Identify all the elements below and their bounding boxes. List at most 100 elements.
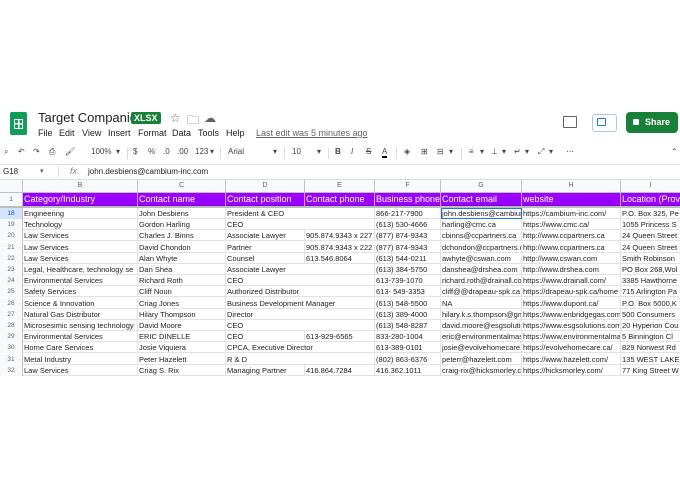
font-size-select[interactable]: 10 xyxy=(292,147,301,156)
table-cell[interactable]: (877) 874-9343 xyxy=(375,230,441,242)
table-cell[interactable]: 613.546.8064 xyxy=(305,252,375,264)
table-cell[interactable]: Legal, Healthcare, technology se xyxy=(23,264,138,275)
table-cell[interactable]: cbinns@ccpartners.ca xyxy=(441,230,522,242)
column-header-i[interactable]: I xyxy=(621,180,680,192)
table-cell[interactable]: NA xyxy=(441,297,522,309)
table-cell[interactable]: CEO xyxy=(226,331,305,343)
table-cell[interactable]: dchondon@ccpartners.ca xyxy=(441,241,522,253)
table-cell[interactable]: Partner xyxy=(226,241,305,253)
column-header-b[interactable]: B xyxy=(23,180,138,192)
column-header-c[interactable]: C xyxy=(138,180,226,192)
header-cell[interactable]: Contact email xyxy=(441,193,522,206)
table-cell[interactable]: 613-389-0101 xyxy=(375,342,441,354)
table-cell[interactable]: https://www.enbridgegas.com xyxy=(522,308,621,320)
table-cell[interactable]: Charles J. Binns xyxy=(138,230,226,242)
table-cell[interactable]: 1055 Princess S xyxy=(621,219,680,230)
row-number[interactable]: 22 xyxy=(0,252,23,264)
text-wrapping-icon[interactable]: ↵ xyxy=(514,147,521,156)
table-cell[interactable]: (613) 544-0211 xyxy=(375,252,441,264)
menu-format[interactable]: Format xyxy=(138,128,167,138)
header-cell[interactable]: Contact name xyxy=(138,193,226,206)
currency-format-button[interactable]: $ xyxy=(133,147,137,156)
row-number[interactable]: 27 xyxy=(0,308,23,320)
menu-data[interactable]: Data xyxy=(172,128,191,138)
column-header-d[interactable]: D xyxy=(226,180,305,192)
table-cell[interactable]: josie@evolvehomecare.ca xyxy=(441,342,522,354)
menu-edit[interactable]: Edit xyxy=(59,128,75,138)
table-cell[interactable]: Law Services xyxy=(23,230,138,242)
table-cell[interactable]: 416.362.1011 xyxy=(375,364,441,376)
table-cell[interactable] xyxy=(305,353,375,365)
table-cell[interactable]: Director xyxy=(226,309,305,320)
table-cell[interactable]: https://hicksmorley.com/ xyxy=(522,364,621,376)
table-cell[interactable]: http://www.ccpartners.ca xyxy=(522,241,621,253)
table-cell[interactable]: Metal Industry xyxy=(23,353,138,365)
percent-format-button[interactable]: % xyxy=(148,147,155,156)
vertical-align-icon[interactable]: ⊥ xyxy=(491,147,498,156)
table-cell[interactable] xyxy=(305,208,375,219)
table-cell[interactable] xyxy=(305,320,375,331)
table-cell[interactable]: (613) 530-4666 xyxy=(375,219,441,231)
decrease-decimal-button[interactable]: .0 xyxy=(163,147,170,156)
menu-help[interactable]: Help xyxy=(226,128,245,138)
table-cell[interactable]: cliff@@drapeau-spk.ca xyxy=(441,286,522,298)
header-cell[interactable]: Business phone xyxy=(375,193,441,206)
row-number[interactable]: 29 xyxy=(0,331,23,343)
table-cell[interactable]: david.moore@esgsolutions.com xyxy=(441,320,522,331)
row-number[interactable]: 1 xyxy=(0,193,23,206)
chevron-down-icon[interactable]: ▾ xyxy=(40,167,44,175)
menu-insert[interactable]: Insert xyxy=(108,128,131,138)
share-button[interactable]: Share xyxy=(626,112,678,133)
row-number[interactable]: 28 xyxy=(0,320,23,331)
table-cell[interactable]: 613- 549-3353 xyxy=(375,286,441,298)
paint-format-icon[interactable]: 🖌 xyxy=(65,147,75,156)
table-cell[interactable]: craig-rix@hicksmorley.com xyxy=(441,364,522,376)
table-cell[interactable]: https://www.hazelett.com/ xyxy=(522,353,621,365)
row-number[interactable]: 23 xyxy=(0,264,23,275)
table-cell[interactable]: Counsel xyxy=(226,252,305,264)
row-number[interactable]: 26 xyxy=(0,297,23,309)
table-cell[interactable]: Engineering xyxy=(23,208,138,219)
header-cell[interactable]: Contact position xyxy=(226,193,305,206)
horizontal-align-icon[interactable]: ≡ xyxy=(469,147,474,156)
table-cell[interactable] xyxy=(305,297,375,309)
zoom-select[interactable]: 100% xyxy=(91,147,111,156)
table-cell[interactable] xyxy=(305,264,375,275)
table-cell[interactable]: Microsesimic sensing technology xyxy=(23,320,138,331)
table-cell[interactable]: 500 Consumers xyxy=(621,309,680,320)
table-cell[interactable]: Safety Services xyxy=(23,286,138,298)
table-cell[interactable]: Josie Viquiera xyxy=(138,342,226,354)
table-cell[interactable]: Cliff Noun xyxy=(138,286,226,298)
table-cell[interactable]: 905.874.9343 x 222 xyxy=(305,241,375,253)
table-cell[interactable]: Alan Whyte xyxy=(138,252,226,264)
table-cell[interactable]: 715 Arlington Pa xyxy=(621,286,680,297)
table-cell[interactable]: danshea@drshea.com xyxy=(441,264,522,275)
table-cell[interactable]: 20 Hyperion Cou xyxy=(621,320,680,331)
header-cell[interactable]: Contact phone xyxy=(305,193,375,206)
table-cell[interactable]: Environmental Services xyxy=(23,331,138,343)
table-cell[interactable]: PO Box 268,Wol xyxy=(621,264,680,275)
table-cell[interactable]: Managing Partner xyxy=(226,364,305,376)
table-cell[interactable]: (613) 389-4000 xyxy=(375,308,441,320)
selected-cell[interactable]: john.desbiens@cambium-inc.com xyxy=(441,208,522,219)
table-cell[interactable]: 866-217-7900 xyxy=(375,208,441,219)
table-cell[interactable]: CPCA, Executive Director xyxy=(226,342,313,353)
formula-input[interactable]: john.desbiens@cambium-inc.com xyxy=(88,167,208,176)
table-cell[interactable]: Business Development Manager xyxy=(226,298,335,309)
table-cell[interactable]: eric@environmentalmaster.ca xyxy=(441,331,522,343)
row-number[interactable]: 24 xyxy=(0,275,23,287)
table-cell[interactable]: Home Care Services xyxy=(23,342,138,354)
sheets-logo-icon[interactable] xyxy=(10,112,27,135)
document-title[interactable]: Target Companies xyxy=(38,110,144,125)
table-cell[interactable]: Technology xyxy=(23,219,138,231)
table-cell[interactable]: 135 WEST LAKE xyxy=(621,354,680,365)
more-options-icon[interactable]: ⋯ xyxy=(566,147,574,156)
table-cell[interactable]: https://www.drainall.com/ xyxy=(522,275,621,287)
table-cell[interactable]: https://www.dupont.ca/ xyxy=(522,297,621,309)
bold-button[interactable]: B xyxy=(335,147,341,156)
print-icon[interactable]: ⎙ xyxy=(49,147,55,157)
comment-history-icon[interactable] xyxy=(563,116,577,128)
undo-icon[interactable]: ↶ xyxy=(18,147,25,156)
table-cell[interactable]: Authorized Distributor xyxy=(226,286,305,297)
search-menus-icon[interactable]: ⌕ xyxy=(4,147,8,157)
